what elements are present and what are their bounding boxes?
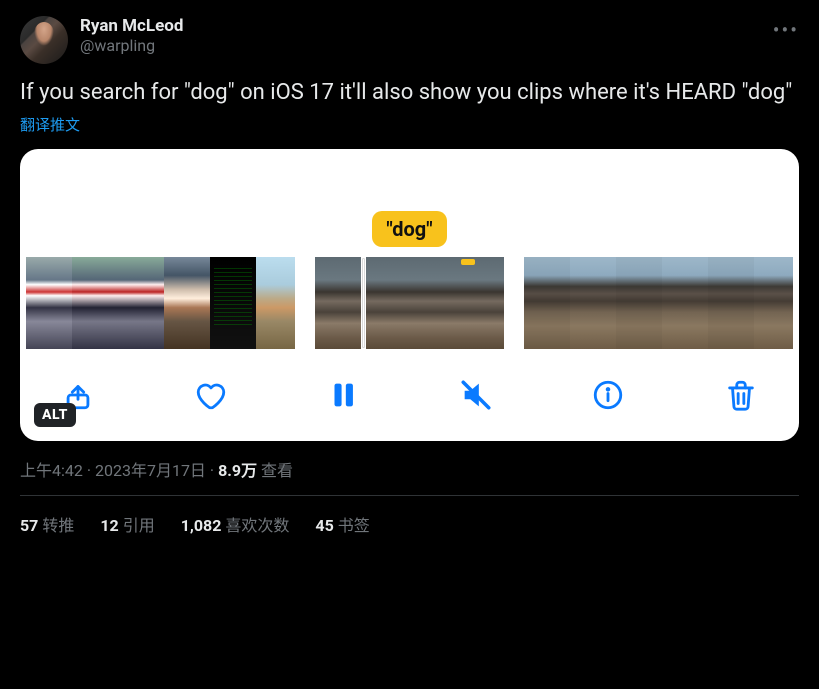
- author-display-name: Ryan McLeod: [80, 16, 761, 36]
- avatar[interactable]: [20, 16, 68, 64]
- tweet-date[interactable]: 2023年7月17日: [95, 461, 206, 480]
- more-icon[interactable]: •••: [773, 16, 799, 42]
- delete-button[interactable]: [719, 373, 763, 417]
- pause-button[interactable]: [321, 373, 365, 417]
- author-handle: @warpling: [80, 36, 761, 55]
- playhead[interactable]: [363, 259, 364, 347]
- clip-group-3: [524, 257, 793, 349]
- media-attachment[interactable]: "dog": [20, 149, 799, 441]
- thumbnail: [412, 257, 458, 349]
- search-term-chip: "dog": [372, 211, 446, 247]
- clip-group-2: [315, 257, 504, 349]
- thumbnail: [118, 257, 164, 349]
- tweet-time[interactable]: 上午4:42: [20, 461, 83, 480]
- tweet-meta: 上午4:42 · 2023年7月17日 · 8.9万 查看: [20, 457, 799, 496]
- thumbnail: [524, 257, 570, 349]
- pause-icon: [326, 378, 360, 412]
- views-count: 8.9万: [218, 461, 257, 480]
- tweet-header: Ryan McLeod @warpling •••: [20, 16, 799, 64]
- mute-button[interactable]: [454, 373, 498, 417]
- trash-icon: [724, 378, 758, 412]
- tweet-stats: 57转推 12引用 1,082喜欢次数 45书签: [20, 496, 799, 552]
- author-block[interactable]: Ryan McLeod @warpling: [80, 16, 761, 56]
- thumbnail: [754, 257, 793, 349]
- thumbnail: [616, 257, 662, 349]
- thumbnail: [366, 257, 412, 349]
- tweet-text: If you search for "dog" on iOS 17 it'll …: [20, 78, 799, 108]
- heart-icon: [194, 378, 228, 412]
- thumbnail: [26, 257, 72, 349]
- info-button[interactable]: [586, 373, 630, 417]
- thumbnail: [458, 257, 504, 349]
- alt-badge[interactable]: ALT: [34, 403, 76, 427]
- info-icon: [591, 378, 625, 412]
- chip-label: "dog": [386, 217, 432, 241]
- views-label: 查看: [257, 461, 293, 480]
- thumbnail: [662, 257, 708, 349]
- like-button[interactable]: [189, 373, 233, 417]
- thumbnail: [570, 257, 616, 349]
- likes-stat[interactable]: 1,082喜欢次数: [181, 512, 290, 536]
- translate-link[interactable]: 翻译推文: [20, 114, 799, 135]
- thumbnail: [315, 257, 361, 349]
- media-top-area: "dog": [20, 149, 799, 257]
- tweet-container: Ryan McLeod @warpling ••• If you search …: [0, 0, 819, 552]
- retweets-stat[interactable]: 57转推: [20, 512, 74, 536]
- timeline-marker: [461, 259, 475, 265]
- bookmarks-stat[interactable]: 45书签: [315, 512, 369, 536]
- thumbnail: [708, 257, 754, 349]
- thumbnail: [256, 257, 295, 349]
- thumbnail: [210, 257, 256, 349]
- speaker-muted-icon: [459, 378, 493, 412]
- thumbnail: [164, 257, 210, 349]
- video-timeline[interactable]: [20, 257, 799, 349]
- clip-group-1: [26, 257, 295, 349]
- quotes-stat[interactable]: 12引用: [100, 512, 154, 536]
- media-toolbar: [20, 349, 799, 425]
- thumbnail: [72, 257, 118, 349]
